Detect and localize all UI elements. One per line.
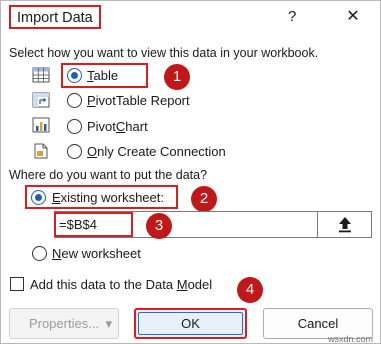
pivottable-icon (32, 92, 50, 108)
import-data-dialog: Import Data ? ✕ Select how you want to v… (0, 0, 381, 344)
only-connection-option-label[interactable]: Only Create Connection (87, 144, 226, 160)
upload-arrow-icon (339, 217, 351, 233)
location-prompt-label: Where do you want to put the data? (9, 168, 208, 182)
existing-worksheet-radio[interactable] (31, 190, 46, 205)
table-option-label[interactable]: Table (87, 68, 118, 84)
pivottable-option-label[interactable]: PivotTable Report (87, 93, 190, 109)
new-worksheet-radio[interactable] (32, 246, 47, 261)
annotation-badge-2: 2 (191, 186, 217, 212)
pivotchart-option-label[interactable]: PivotChart (87, 119, 148, 135)
table-icon (32, 67, 50, 83)
new-worksheet-label[interactable]: New worksheet (52, 246, 141, 262)
dialog-title-text: Import Data (17, 10, 93, 26)
ok-button[interactable]: OK (134, 308, 247, 339)
data-model-label[interactable]: Add this data to the Data Model (30, 277, 212, 293)
annotation-badge-3: 3 (146, 213, 172, 239)
range-input-highlight (54, 212, 133, 237)
properties-button-label: Properties... (28, 316, 100, 331)
only-connection-radio[interactable] (67, 144, 82, 159)
watermark-text: wsxdn.com (328, 334, 374, 344)
data-model-checkbox[interactable] (10, 277, 24, 291)
existing-worksheet-label[interactable]: Existing worksheet: (52, 190, 164, 206)
chevron-down-icon: ▾ (105, 316, 112, 331)
help-button[interactable]: ? (288, 7, 296, 27)
view-prompt-label: Select how you want to view this data in… (9, 46, 319, 60)
dialog-title: Import Data (9, 5, 101, 29)
properties-button[interactable]: Properties... ▾ (9, 308, 119, 339)
connection-icon (34, 143, 48, 159)
ok-button-label: OK (138, 312, 243, 335)
pivotchart-icon (32, 117, 50, 133)
pivotchart-radio[interactable] (67, 119, 82, 134)
annotation-badge-1: 1 (164, 64, 190, 90)
pivottable-radio[interactable] (67, 93, 82, 108)
close-button[interactable]: ✕ (339, 4, 367, 30)
annotation-badge-4: 4 (237, 277, 263, 303)
range-collapse-button[interactable] (317, 212, 371, 237)
table-radio[interactable] (67, 68, 82, 83)
